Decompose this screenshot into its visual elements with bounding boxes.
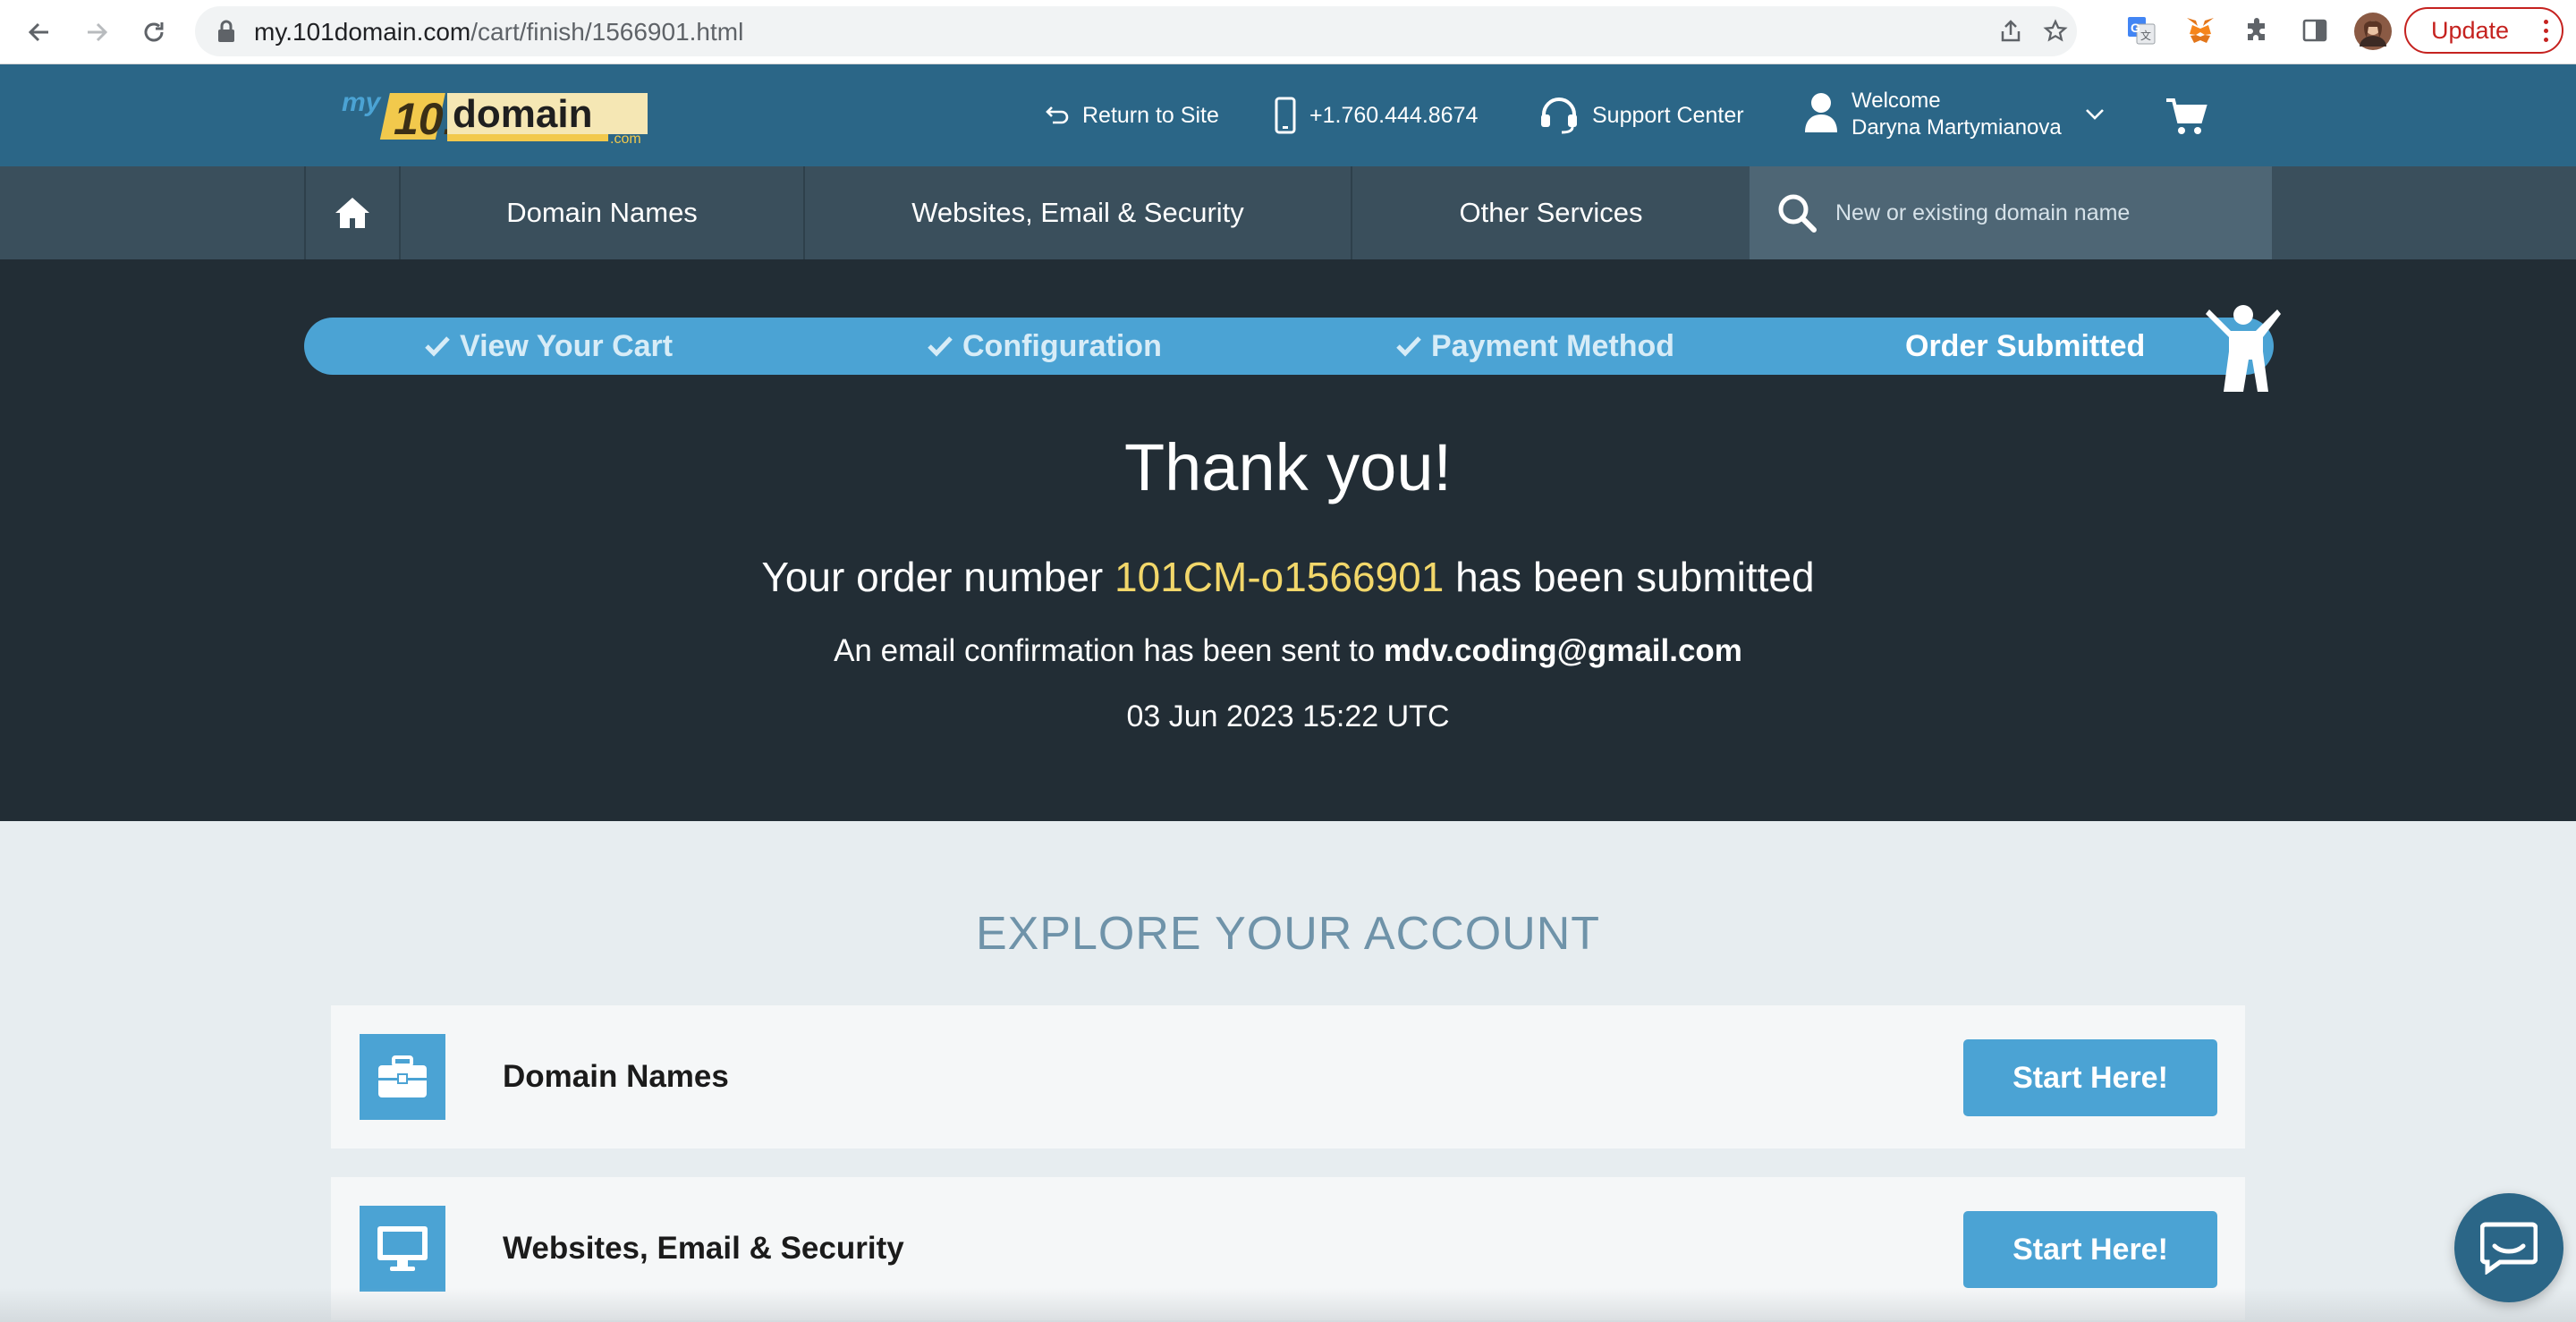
step-order-submitted: Order Submitted xyxy=(1905,318,2145,375)
step-label: Configuration xyxy=(962,328,1162,363)
phone-link[interactable]: +1.760.444.8674 xyxy=(1274,64,1478,166)
user-menu[interactable]: Welcome Daryna Martymianova xyxy=(1852,88,2062,141)
menu-dots-icon xyxy=(2544,20,2549,42)
monitor-icon xyxy=(360,1206,445,1292)
step-view-cart: View Your Cart xyxy=(424,318,673,375)
metamask-icon[interactable] xyxy=(2184,14,2216,47)
support-center-link[interactable]: Support Center xyxy=(1538,64,1744,166)
email-confirmation-message: An email confirmation has been sent to m… xyxy=(0,633,2576,669)
profile-avatar[interactable] xyxy=(2354,13,2392,50)
step-label: Order Submitted xyxy=(1905,328,2146,363)
svg-text:G: G xyxy=(2131,21,2140,35)
check-icon xyxy=(928,336,953,357)
reload-icon xyxy=(144,22,164,42)
svg-text:文: 文 xyxy=(2140,29,2151,42)
order-submitted-message: Your order number 101CM-o1566901 has bee… xyxy=(0,553,2576,601)
return-label: Return to Site xyxy=(1082,102,1219,128)
reload-button[interactable] xyxy=(134,13,174,52)
logo-my: my xyxy=(342,88,382,117)
step-payment-method: Payment Method xyxy=(1395,318,1674,375)
nav-other-services[interactable]: Other Services xyxy=(1351,166,1750,259)
chat-bubble-icon xyxy=(2480,1222,2538,1275)
card-title: Domain Names xyxy=(503,1059,729,1094)
sidepanel-icon[interactable] xyxy=(2299,14,2331,47)
user-name: Daryna Martymianova xyxy=(1852,115,2062,140)
phone-icon xyxy=(1275,97,1296,134)
user-icon xyxy=(1805,93,1837,132)
update-label: Update xyxy=(2431,16,2510,44)
lock-icon xyxy=(218,20,234,42)
nav-domain-names-label: Domain Names xyxy=(506,197,698,228)
check-icon xyxy=(425,336,450,357)
url-text[interactable]: my.101domain.com/cart/finish/1566901.htm… xyxy=(254,18,743,47)
forward-button[interactable] xyxy=(77,13,116,52)
back-button[interactable] xyxy=(20,13,59,52)
nav-home[interactable] xyxy=(304,166,399,259)
star-icon[interactable] xyxy=(2043,19,2068,44)
share-icon[interactable] xyxy=(1998,19,2023,44)
bottom-shadow xyxy=(0,1288,2576,1322)
main-nav: Domain Names Websites, Email & Security … xyxy=(0,166,2576,259)
start-here-button[interactable]: Start Here! xyxy=(1963,1039,2217,1116)
step-configuration: Configuration xyxy=(927,318,1162,375)
celebrating-person-icon xyxy=(2206,305,2281,392)
headset-icon xyxy=(1541,97,1577,134)
site-header: my 101 domain .com Return to Site +1.760… xyxy=(0,64,2576,166)
update-button[interactable]: Update xyxy=(2404,7,2563,54)
url-path: /cart/finish/1566901.html xyxy=(470,18,744,46)
translate-icon[interactable]: G文 xyxy=(2125,14,2157,47)
order-suffix: has been submitted xyxy=(1455,554,1815,600)
order-confirmation: View Your Cart Configuration Payment Met… xyxy=(0,259,2576,821)
address-bar[interactable]: my.101domain.com/cart/finish/1566901.htm… xyxy=(195,6,2077,56)
step-label: View Your Cart xyxy=(460,328,674,363)
domain-search xyxy=(1750,166,2272,259)
back-icon xyxy=(28,22,48,42)
confirmation-email: mdv.coding@gmail.com xyxy=(1383,633,1742,668)
nav-other-services-label: Other Services xyxy=(1459,197,1643,228)
url-host: my.101domain.com xyxy=(254,18,471,46)
check-icon xyxy=(1396,336,1421,357)
return-icon xyxy=(1046,106,1069,124)
checkout-progress: View Your Cart Configuration Payment Met… xyxy=(304,318,2274,375)
order-prefix: Your order number xyxy=(761,554,1104,600)
welcome-label: Welcome xyxy=(1852,89,1941,113)
search-icon[interactable] xyxy=(1776,192,1818,233)
extensions-icon[interactable] xyxy=(2241,14,2274,47)
step-label: Payment Method xyxy=(1431,328,1675,363)
thank-you-title: Thank you! xyxy=(1123,430,1453,504)
nav-domain-names[interactable]: Domain Names xyxy=(399,166,803,259)
domain-search-input[interactable] xyxy=(1835,199,2247,226)
nav-websites-email-security[interactable]: Websites, Email & Security xyxy=(803,166,1351,259)
phone-number: +1.760.444.8674 xyxy=(1309,102,1479,128)
forward-icon xyxy=(88,22,108,42)
nav-websites-label: Websites, Email & Security xyxy=(911,197,1244,228)
start-here-button[interactable]: Start Here! xyxy=(1963,1211,2217,1288)
explore-card-domain-names: Domain Names Start Here! xyxy=(331,1005,2245,1148)
return-to-site-link[interactable]: Return to Site xyxy=(1045,64,1219,166)
site-logo[interactable]: my 101 domain .com xyxy=(342,84,664,147)
order-number: 101CM-o1566901 xyxy=(1114,554,1445,600)
chevron-down-icon[interactable] xyxy=(2084,107,2106,122)
logo-domain: domain xyxy=(453,92,592,136)
support-label: Support Center xyxy=(1592,102,1744,128)
logo-com: .com xyxy=(610,131,641,147)
explore-heading: EXPLORE YOUR ACCOUNT xyxy=(975,908,1601,960)
cart-icon[interactable] xyxy=(2165,97,2207,136)
home-icon xyxy=(335,198,369,228)
live-chat-button[interactable] xyxy=(2454,1193,2563,1302)
briefcase-icon xyxy=(360,1034,445,1120)
email-prefix: An email confirmation has been sent to xyxy=(834,633,1376,668)
browser-toolbar: my.101domain.com/cart/finish/1566901.htm… xyxy=(0,0,2576,64)
order-datetime: 03 Jun 2023 15:22 UTC xyxy=(1126,699,1450,733)
